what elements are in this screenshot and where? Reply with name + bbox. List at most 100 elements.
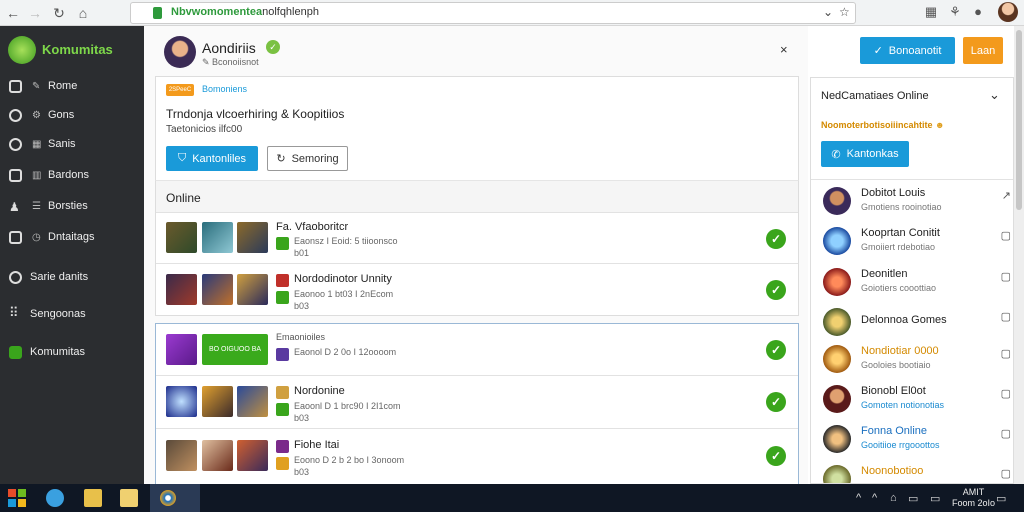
taskbar-clock[interactable]: AMIT Foom 2oIo [952, 487, 995, 509]
primary-top-label: Bonoanotit [888, 44, 942, 57]
friend-item[interactable]: Kooprtan Conitit Gmoiiert rdebotiao ▢ [813, 223, 1015, 263]
game-thumbnail [166, 440, 197, 471]
chat-icon[interactable]: ▢ [1001, 229, 1011, 242]
chat-icon[interactable]: ▢ [1001, 387, 1011, 400]
secondary-action-button[interactable]: ↻ Semoring [267, 146, 348, 171]
chat-icon[interactable]: ▢ [1001, 467, 1011, 480]
sidebar-item-sanis[interactable]: ▦ Sanis [0, 134, 144, 158]
secondary-action-label: Semoring [291, 152, 339, 165]
friend-item[interactable]: Deonitlen Goiotiers cooottiao ▢ [813, 264, 1015, 304]
table-row[interactable]: Nordodinotor Unnity Eaonoo 1 bt03 I 2nEc… [156, 265, 798, 316]
active-task[interactable] [150, 484, 200, 512]
arrow-icon[interactable]: ↗ [1002, 189, 1011, 202]
connect-button[interactable]: ✆ Kantonkas [821, 141, 909, 167]
primary-action-button[interactable]: ⛉ Kantonliles [166, 146, 258, 171]
game-mini-icon [276, 457, 289, 470]
chrome-icon [160, 490, 176, 506]
check-icon: ✓ [873, 45, 883, 57]
sidebar-item-label: Borsties [48, 200, 88, 212]
game-thumbnail [202, 440, 233, 471]
windows-start-icon[interactable] [8, 489, 26, 507]
sidebar-item-borsties[interactable]: ♟ ☰ Borsties [0, 196, 144, 220]
online-panel: Online Fa. Vfaoboritcr Eaonsz I Eoid: 5 … [155, 180, 799, 316]
main-content: Aondiriis ✓ ✎ Bconoiisnot × 2SPeeC Bomon… [144, 26, 808, 485]
chevron-down-icon[interactable]: ⌄ [989, 87, 1000, 103]
sidebar-item-rome[interactable]: ✎ Rome [0, 76, 144, 100]
green-square-icon [9, 346, 22, 359]
status-check-icon[interactable]: ✓ [766, 392, 786, 412]
table-row[interactable]: Nordonine Eaoonl D 1 brc90 I 2I1com b03 … [156, 377, 798, 429]
panel-subtitle: Taetonicios ilfc00 [166, 124, 243, 135]
sidebar-item-bardons[interactable]: ▥ Bardons [0, 165, 144, 189]
dropdown-icon[interactable]: ⌄ [823, 5, 833, 19]
status-check-icon[interactable]: ✓ [766, 229, 786, 249]
forward-arrow-icon[interactable]: → [26, 4, 44, 22]
chart-icon: ▥ [32, 170, 42, 181]
profile-avatar[interactable] [998, 2, 1018, 22]
battery-icon[interactable]: ▭ [908, 492, 918, 505]
speaker-icon[interactable]: ⌂ [890, 492, 897, 504]
grid-icon: ⠿ [9, 305, 19, 320]
chat-icon[interactable]: ▢ [1001, 427, 1011, 440]
folder-icon[interactable] [120, 489, 138, 507]
row-sub2: b03 [294, 467, 310, 477]
chevron-up-icon[interactable]: ^ [856, 492, 861, 504]
table-row[interactable]: Fa. Vfaoboritcr Eaonsz I Eoid: 5 tiioons… [156, 213, 798, 264]
close-icon[interactable]: × [780, 42, 788, 57]
sidebar-item-sarie-danits[interactable]: Sarie danits [0, 267, 144, 291]
status-check-icon[interactable]: ✓ [766, 446, 786, 466]
game-thumbnail [166, 222, 197, 253]
network-icon[interactable]: ^ [872, 492, 877, 504]
back-arrow-icon[interactable]: ← [4, 4, 22, 22]
person-icon: ♟ [9, 200, 20, 214]
primary-top-button[interactable]: ✓ Bonoanotit [860, 37, 955, 64]
edge-browser-icon[interactable] [46, 489, 64, 507]
row-title: Emaonioiles [276, 332, 326, 342]
sidebar-item-gons[interactable]: ⚙ Gons [0, 105, 144, 129]
sidebar-item-label: Dntaitags [48, 231, 95, 243]
friend-name: Dobitot Louis [861, 187, 926, 199]
game-mini-icon [276, 440, 289, 453]
friend-status: Gmoiiert rdebotiao [861, 242, 936, 252]
friend-item[interactable]: Bionobl El0ot Gomoten notionotias ▢ [813, 381, 1015, 421]
table-row[interactable]: Fiohe Itai Eoono D 2 b 2 bo I 3onoom b03… [156, 430, 798, 484]
online-header-bar [156, 181, 798, 213]
sidebar-item-label: Gons [48, 109, 75, 121]
games-panel: BO OIGUOO BA Emaonioiles Eaonol D 2 0o I… [155, 323, 799, 485]
status-check-icon[interactable]: ✓ [766, 280, 786, 300]
status-check-icon[interactable]: ✓ [766, 340, 786, 360]
friend-item[interactable]: Delonnoa Gomes ▢ [813, 304, 1015, 344]
sidebar-item-label: Rome [48, 80, 78, 92]
chat-icon[interactable]: ▢ [1001, 270, 1011, 283]
sidebar-item-label: Sarie danits [30, 271, 89, 283]
scrollbar-thumb[interactable] [1016, 30, 1022, 210]
sidebar-item-dntaitags[interactable]: ◷ Dntaitags [0, 227, 144, 251]
user-name: Aondiriis [202, 40, 256, 56]
friend-item[interactable]: Noonobotioo ▢ [813, 461, 1015, 483]
friend-name: Delonnoa Gomes [861, 314, 947, 326]
table-row[interactable]: BO OIGUOO BA Emaonioiles Eaonol D 2 0o I… [156, 324, 798, 376]
message-icon[interactable]: ▭ [930, 492, 940, 505]
sidebar-item-komumitas[interactable]: Komumitas [0, 342, 144, 366]
game-thumbnail [202, 222, 233, 253]
address-bar[interactable]: Nbvwomomenteanolfqhlenph ⌄ ☆ [130, 2, 856, 24]
row-title: Fiohe Itai [294, 439, 340, 451]
friend-item[interactable]: Fonna Online Gooitiioe rrgooottos ▢ [813, 421, 1015, 461]
star-icon[interactable]: ☆ [839, 5, 850, 19]
mic-icon[interactable]: ● [970, 4, 986, 19]
extension-icon[interactable]: ⚘ [947, 4, 963, 20]
secondary-top-button[interactable]: Laan [963, 37, 1003, 64]
row-sub2: b01 [294, 248, 310, 258]
reload-icon[interactable]: ↻ [50, 4, 68, 22]
folder-icon [9, 169, 22, 182]
home-icon[interactable]: ⌂ [74, 4, 92, 22]
chat-icon[interactable]: ▢ [1001, 310, 1011, 323]
grid-icon[interactable]: ▦ [923, 4, 939, 20]
file-explorer-icon[interactable] [84, 489, 102, 507]
notification-icon[interactable]: ▭ [996, 492, 1006, 505]
list-icon: ☰ [32, 201, 41, 212]
friend-item[interactable]: Dobitot Louis Gmotiens rooinotiao ↗ [813, 183, 1015, 223]
chat-icon[interactable]: ▢ [1001, 347, 1011, 360]
friend-item[interactable]: Nondiotiar 0000 Gooloies bootiaio ▢ [813, 341, 1015, 381]
sidebar-item-sengoonas[interactable]: ⠿ Sengoonas [0, 304, 144, 328]
